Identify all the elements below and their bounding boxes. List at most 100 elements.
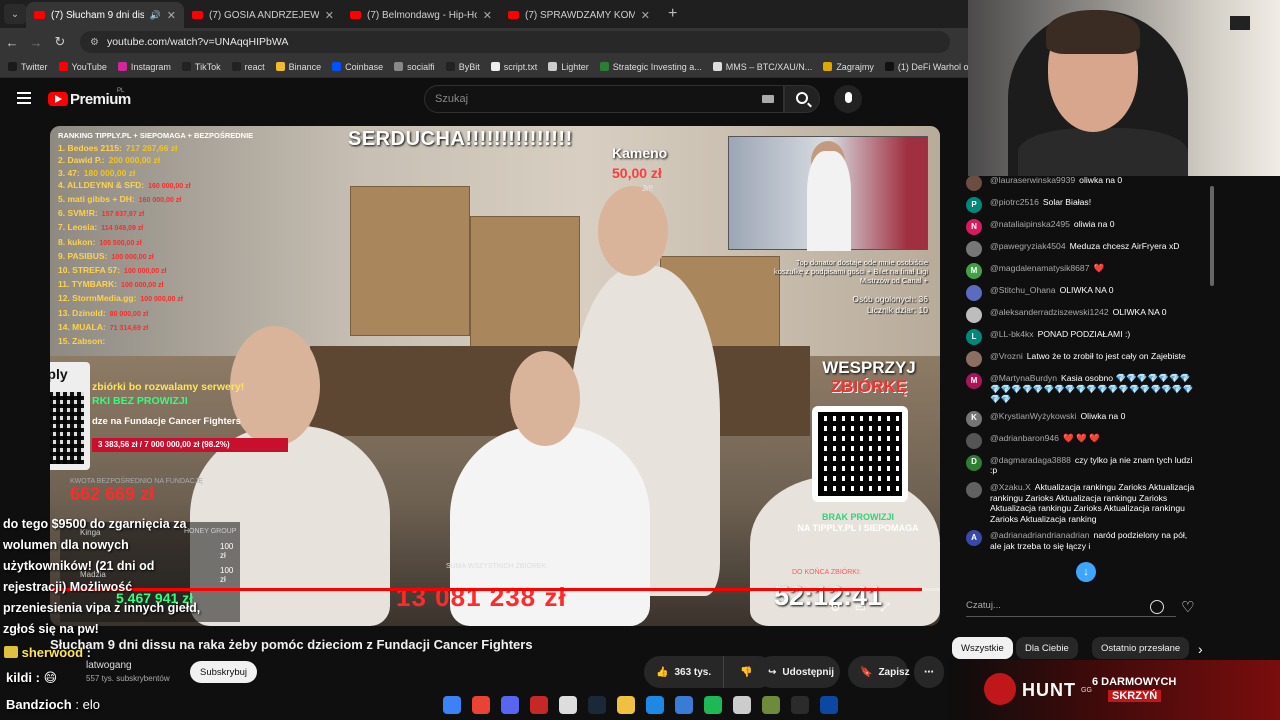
bookmark-item[interactable]: Instagram [117,62,171,72]
minecraft-icon[interactable] [761,696,780,714]
folder-icon[interactable] [616,696,635,714]
avatar[interactable] [966,175,982,191]
settings-gear-icon[interactable]: ⚙ [830,600,841,615]
chat-message[interactable]: @Vrozni Latwo że to zrobił to jest cały o… [952,348,1210,370]
bookmark-item[interactable]: Lighter [548,62,589,72]
chat-scrollbar[interactable] [1210,186,1214,286]
close-app-icon[interactable] [819,696,838,714]
edge-c-icon[interactable] [645,696,664,714]
network-icon[interactable] [674,696,693,714]
bookmark-item[interactable]: Coinbase [332,62,383,72]
emoji-icon[interactable] [1150,600,1164,614]
chat-message[interactable]: @Xzaku.X Aktualizacja rankingu Zarioks Ak… [952,479,1210,527]
avatar[interactable]: L [966,329,982,345]
bookmark-item[interactable]: socialfi [394,62,435,72]
browser-tab[interactable]: (7) GOSIA ANDRZEJEWICZ - PO ✕ [184,2,342,28]
bookmark-item[interactable]: MMS – BTC/XAU/N... [712,62,812,72]
chat-message[interactable]: L @LL-bk4kx PONAD PODZIAŁAMI :) [952,326,1210,348]
search-input[interactable]: Szukaj [424,85,784,113]
bookmark-item[interactable]: Zagrajmy [823,62,874,72]
chat-author[interactable]: @Stitchu_Ohana [990,285,1056,295]
chat-message[interactable]: K @KrystianWyżykowski Oliwka na 0 [952,408,1210,430]
chat-message[interactable]: @adrianbaron946 ❤️ ❤️ ❤️ [952,430,1210,452]
chat-author[interactable]: @aleksanderradziszewski1242 [990,307,1109,317]
chat-author[interactable]: @Xzaku.X [990,482,1031,492]
browser-tab-active[interactable]: (7) Słucham 9 dni dissu na raka 🔊 ✕ [26,2,184,28]
avatar[interactable]: A [966,530,982,547]
heart-reaction-button[interactable]: ♡ [1181,598,1194,616]
new-tab-button[interactable]: + [668,5,677,23]
tab-search-button[interactable]: ⌄ [4,4,26,24]
avatar[interactable] [966,307,982,323]
close-tab-icon[interactable]: ✕ [325,9,334,22]
chat-author[interactable]: @pawegryziak4504 [990,241,1066,251]
site-info-icon[interactable]: ⚙ [90,37,99,48]
cs-app-icon[interactable] [790,696,809,714]
avatar[interactable] [966,351,982,367]
chip-1[interactable]: Dla Ciebie [1016,637,1078,659]
chat-input[interactable]: Czatuj... [966,595,1176,617]
chat-message[interactable]: P @piotrc2516 Solar Białas! [952,194,1210,216]
youtube-logo-icon[interactable] [48,92,68,106]
menu-icon[interactable] [17,92,31,104]
avatar[interactable]: N [966,219,982,235]
search-button[interactable] [784,85,820,113]
save-button[interactable]: 🔖 Zapisz [848,656,910,688]
spotify-icon[interactable] [703,696,722,714]
more-actions-button[interactable]: ⋯ [914,656,944,688]
chat-message[interactable]: N @nataliaipinska2495 oliwia na 0 [952,216,1210,238]
chat-message[interactable]: A @adrianadriandrianadrian naród podzielon… [952,527,1210,554]
chat-author[interactable]: @dagmaradaga3888 [990,455,1071,465]
avatar[interactable]: K [966,410,982,427]
close-tab-icon[interactable]: ✕ [483,9,492,22]
subscribe-button[interactable]: Subskrybuj [190,661,257,683]
chat-message[interactable]: D @dagmaradaga3888 czy tylko ja nie znam t… [952,452,1210,479]
chat-author[interactable]: @adrianadriandrianadrian [990,530,1090,540]
avatar[interactable] [966,432,982,449]
hunt-gg-ad[interactable]: HUNT GG 6 DARMOWYCH SKRZYŃ [948,660,1280,720]
bookmark-item[interactable]: ByBit [445,62,480,72]
chat-message[interactable]: @Stitchu_Ohana OLIWKA NA 0 [952,282,1210,304]
keyboard-icon[interactable] [762,95,774,103]
channel-name[interactable]: latwogang [86,660,132,671]
chat-author[interactable]: @Vrozni [990,351,1023,361]
generic-box-icon[interactable] [732,696,751,714]
share-button[interactable]: ↪ Udostępnij [756,656,840,688]
chat-message[interactable]: M @magdalenamatysik8687 ❤️ [952,260,1210,282]
chat-author[interactable]: @MartynaBurdyn [990,373,1057,383]
bookmark-item[interactable]: Binance [275,62,321,72]
discord-icon[interactable] [500,696,519,714]
reload-icon[interactable]: ↻ [48,34,72,50]
avatar[interactable]: P [966,197,982,213]
back-arrow-icon[interactable]: ← [0,35,24,50]
fullscreen-icon[interactable]: ⤢ [880,600,890,615]
chat-author[interactable]: @magdalenamatysik8687 [990,263,1090,273]
bookmark-item[interactable]: YouTube [58,62,107,72]
bookmark-item[interactable]: Twitter [8,62,48,72]
browser-tab[interactable]: (7) Belmondawg - Hip-Hop / U ✕ [342,2,500,28]
avatar[interactable]: M [966,263,982,279]
chat-message[interactable]: @pawegryziak4504 Meduza chcesz AirFryera … [952,238,1210,260]
chat-author[interactable]: @adrianbaron946 [990,433,1059,443]
chat-message[interactable]: @aleksanderradziszewski1242 OLIWKA NA 0 [952,304,1210,326]
chrome-icon[interactable] [471,696,490,714]
like-button[interactable]: 👍 363 tys. [644,656,725,688]
scroll-down-button[interactable]: ↓ [1076,562,1096,582]
forward-arrow-icon[interactable]: → [24,35,48,50]
chat-author[interactable]: @KrystianWyżykowski [990,411,1076,421]
close-tab-icon[interactable]: ✕ [167,9,176,22]
close-tab-icon[interactable]: ✕ [641,9,650,22]
chip-0[interactable]: Wszystkie [952,637,1013,659]
avatar[interactable] [966,481,982,498]
app-red-icon[interactable] [529,696,548,714]
avatar[interactable]: D [966,454,982,471]
address-bar[interactable]: ⚙ youtube.com/watch?v=UNAqqHIPbWA [80,31,950,53]
miniplayer-icon[interactable]: ▭ [855,600,866,615]
bookmark-item[interactable]: TikTok [181,62,221,72]
bookmark-item[interactable]: Strategic Investing a... [599,62,702,72]
avatar[interactable] [966,285,982,301]
chat-message[interactable]: M @MartynaBurdyn Kasia osobno 💎💎💎💎💎💎💎💎💎💎💎💎… [952,370,1210,408]
bookmark-item[interactable]: (1) DeFi Warhol on... [884,62,968,72]
voice-search-button[interactable] [834,85,862,113]
avatar[interactable]: M [966,373,982,389]
